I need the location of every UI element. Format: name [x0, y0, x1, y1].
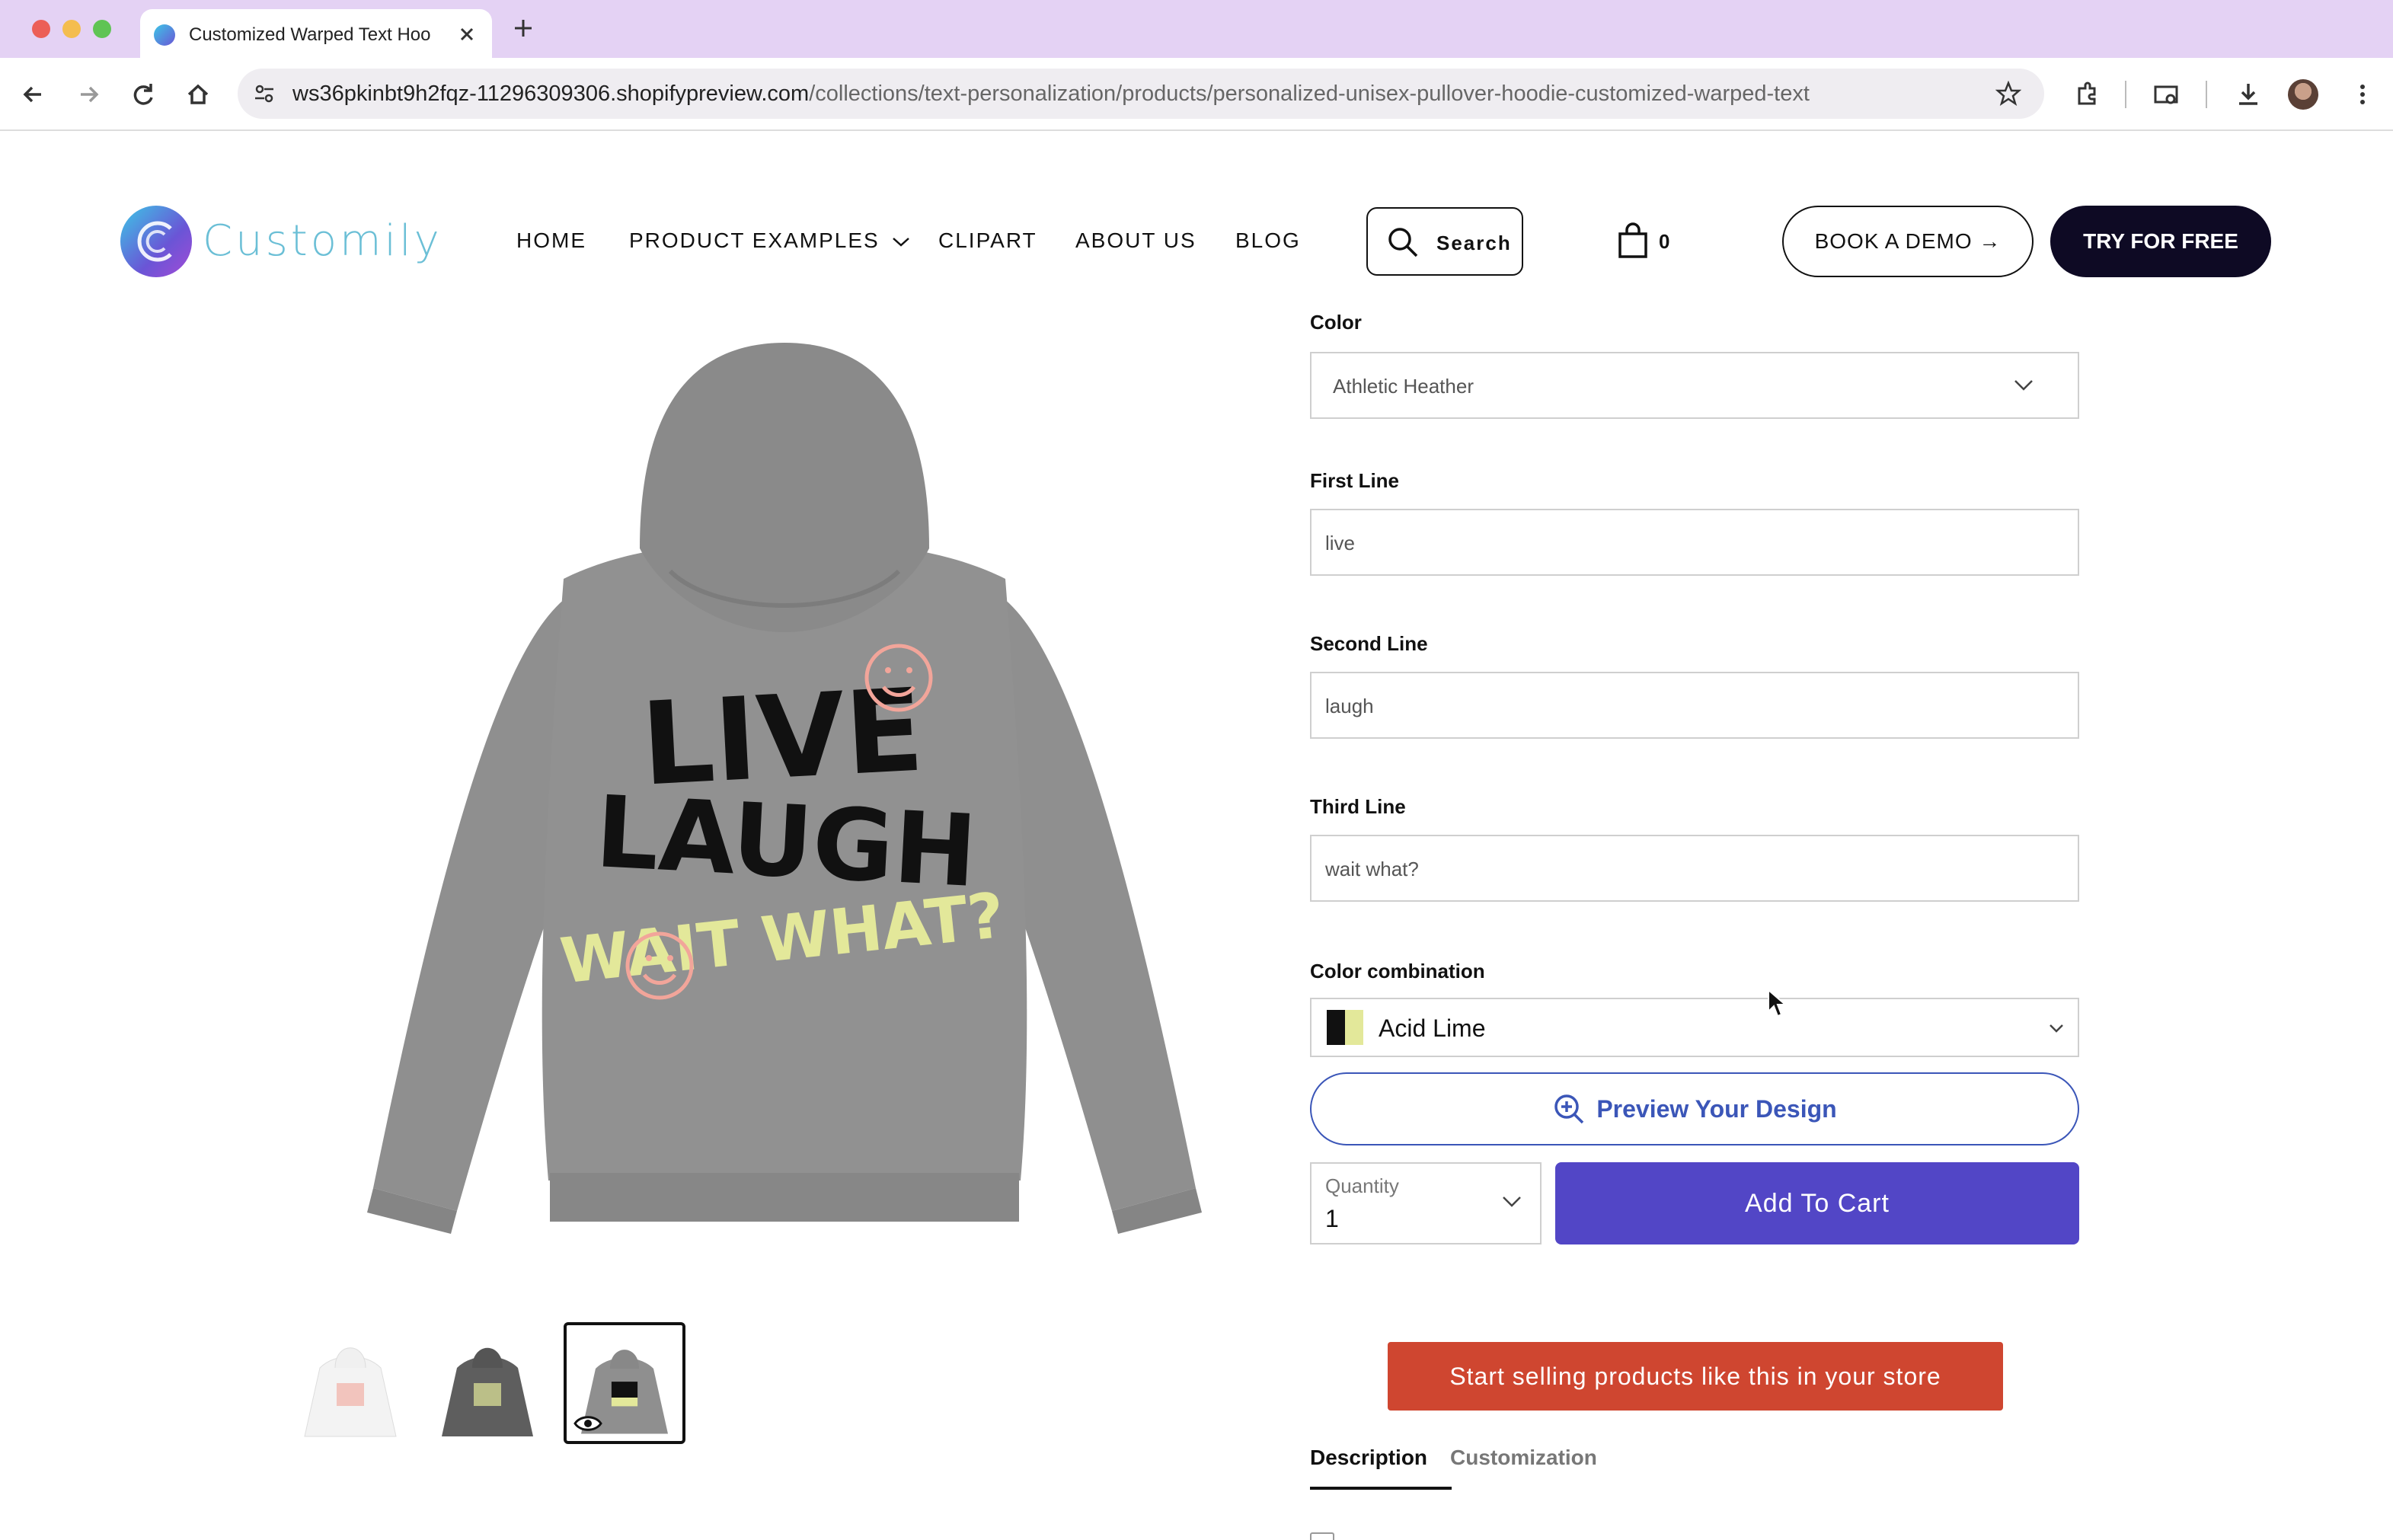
forward-icon[interactable] [70, 76, 107, 113]
shopping-bag-icon [1618, 222, 1647, 258]
try-for-free-button[interactable]: TRY FOR FREE [2050, 206, 2271, 277]
product-image: LIVE LAUGH WAIT WHAT? [367, 343, 1202, 1234]
nav-blog[interactable]: BLOG [1235, 228, 1301, 253]
chevron-down-icon [1503, 1197, 1521, 1207]
second-line-label: Second Line [1310, 632, 1428, 655]
color-select-value: Athletic Heather [1333, 375, 1474, 398]
description-checkbox[interactable] [1310, 1532, 1334, 1540]
browser-toolbar: ws36pkinbt9h2fqz-11296309306.shopifyprev… [0, 58, 2393, 131]
active-tab-indicator [1310, 1487, 1452, 1490]
chevron-down-icon [893, 237, 910, 247]
third-line-label: Third Line [1310, 795, 1406, 818]
url-domain: ws36pkinbt9h2fqz-11296309306.shopifyprev… [292, 81, 810, 106]
add-to-cart-button[interactable]: Add To Cart [1555, 1162, 2079, 1244]
close-window-button[interactable] [32, 20, 50, 38]
second-line-input[interactable]: laugh [1310, 672, 2079, 739]
nav-product-examples[interactable]: PRODUCT EXAMPLES [629, 228, 911, 253]
chevron-down-icon [2014, 380, 2033, 391]
first-line-label: First Line [1310, 469, 1400, 492]
address-bar[interactable]: ws36pkinbt9h2fqz-11296309306.shopifyprev… [238, 69, 2044, 119]
favicon-icon [154, 24, 175, 46]
third-line-input[interactable]: wait what? [1310, 835, 2079, 902]
close-tab-icon[interactable] [457, 24, 477, 44]
downloads-icon[interactable] [2230, 76, 2267, 113]
browser-tab-bar: Customized Warped Text Hoo [0, 0, 2393, 58]
start-selling-button[interactable]: Start selling products like this in your… [1388, 1342, 2003, 1411]
cart-button[interactable]: 0 [1616, 222, 1669, 263]
logo-icon[interactable] [120, 206, 192, 277]
url-text: ws36pkinbt9h2fqz-11296309306.shopifyprev… [292, 81, 1810, 107]
nav-clipart[interactable]: CLIPART [938, 228, 1037, 253]
new-tab-icon[interactable] [512, 17, 535, 40]
quantity-value: 1 [1325, 1205, 1339, 1232]
logo-text[interactable]: Customily [203, 216, 442, 266]
search-button[interactable]: Search [1366, 207, 1523, 276]
search-icon [1388, 228, 1418, 257]
quantity-label: Quantity [1325, 1174, 1399, 1197]
first-line-input[interactable]: live [1310, 509, 2079, 576]
third-line-value: wait what? [1325, 858, 1419, 880]
extensions-icon[interactable] [2069, 76, 2105, 113]
nav-home[interactable]: HOME [516, 228, 586, 253]
tab-search-icon[interactable] [2148, 76, 2184, 113]
toolbar-divider [2125, 81, 2126, 108]
home-icon[interactable] [180, 76, 216, 113]
tab-customization[interactable]: Customization [1450, 1446, 1597, 1470]
color-combination-label: Color combination [1310, 960, 1485, 982]
nav-product-examples-label: PRODUCT EXAMPLES [629, 228, 880, 252]
site-info-icon[interactable] [251, 81, 277, 107]
preview-design-button[interactable]: Preview Your Design [1310, 1072, 2079, 1145]
preview-eye-icon [573, 1416, 602, 1431]
thumbnail-heather-selected[interactable] [564, 1322, 685, 1444]
minimize-window-button[interactable] [62, 20, 81, 38]
color-label: Color [1310, 311, 1362, 334]
search-label: Search [1436, 232, 1512, 254]
tab-title: Customized Warped Text Hoo [189, 24, 431, 45]
thumbnail-white[interactable] [289, 1322, 411, 1444]
chevron-down-icon [2050, 1024, 2063, 1033]
thumbnail-dark[interactable] [427, 1322, 548, 1444]
maximize-window-button[interactable] [93, 20, 111, 38]
reload-icon[interactable] [125, 76, 161, 113]
profile-avatar[interactable] [2288, 79, 2318, 110]
mouse-cursor-icon [1768, 989, 1788, 1018]
zoom-in-icon [1554, 1094, 1584, 1124]
swatch-primary [1327, 1010, 1345, 1045]
book-demo-button[interactable]: BOOK A DEMO → [1782, 206, 2034, 277]
second-line-value: laugh [1325, 695, 1374, 717]
swatch-secondary [1345, 1010, 1363, 1045]
first-line-value: live [1325, 532, 1356, 554]
menu-kebab-icon[interactable] [2344, 76, 2381, 113]
url-path: /collections/text-personalization/produc… [809, 81, 1810, 106]
tab-description[interactable]: Description [1310, 1446, 1427, 1470]
cart-count: 0 [1659, 230, 1670, 253]
preview-design-label: Preview Your Design [1596, 1094, 1837, 1123]
quantity-select[interactable]: Quantity 1 [1310, 1162, 1542, 1244]
color-select[interactable]: Athletic Heather [1310, 352, 2079, 419]
color-combination-value: Acid Lime [1379, 1014, 1486, 1042]
bookmark-star-icon[interactable] [1995, 81, 2021, 107]
color-combination-select[interactable]: Acid Lime [1310, 998, 2079, 1057]
nav-about-us[interactable]: ABOUT US [1075, 228, 1196, 253]
toolbar-divider [2206, 81, 2207, 108]
back-icon[interactable] [15, 76, 52, 113]
browser-tab[interactable]: Customized Warped Text Hoo [140, 9, 492, 58]
